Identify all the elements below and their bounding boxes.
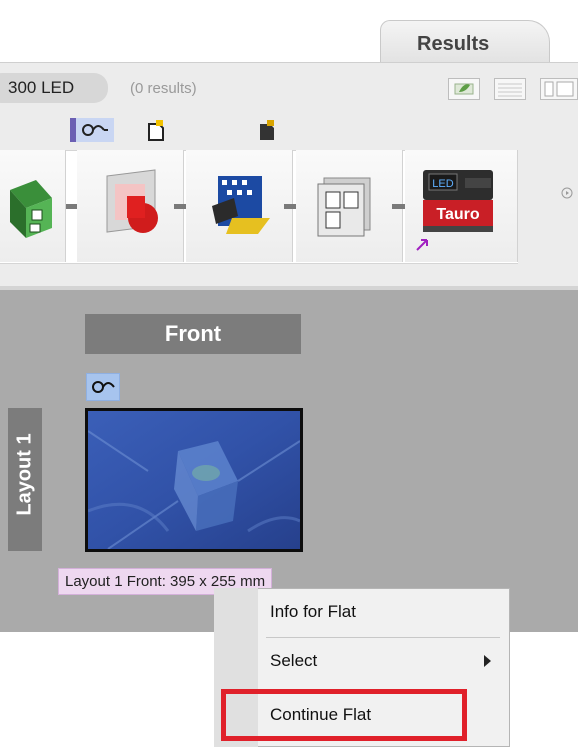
menu-item-select[interactable]: Select [258, 641, 498, 681]
workflow-step-4[interactable] [296, 150, 403, 262]
halftone-output-icon [212, 176, 270, 234]
menu-item-info-for-flat[interactable]: Info for Flat [258, 592, 498, 632]
link-chain-icon [92, 381, 115, 393]
view-list-button[interactable] [494, 78, 526, 100]
scroll-right-icon[interactable] [560, 186, 574, 200]
link-badge[interactable] [86, 373, 120, 401]
filled-document-marker-icon [256, 118, 278, 142]
tauro-brand-label: Tauro [436, 206, 479, 223]
workflow-step-5[interactable]: LED Tauro [405, 150, 518, 262]
highlight-box [221, 689, 467, 741]
layout-side-label: Layout 1 [13, 433, 36, 516]
workflow-step-1[interactable] [0, 150, 66, 262]
view-split-button[interactable] [540, 78, 578, 100]
device-filter-pill[interactable]: 300 LED [0, 73, 108, 103]
workflow-step-2[interactable] [77, 150, 184, 262]
layout-side-tab[interactable]: Layout 1 [8, 408, 42, 551]
leaf-icon [454, 83, 474, 95]
device-label: 300 LED [8, 78, 75, 97]
split-view-icon [544, 81, 574, 97]
submenu-arrow-icon [484, 655, 491, 667]
layout-imposition-icon [317, 177, 371, 237]
led-label: LED [432, 178, 453, 190]
recycle-boxes-icon [10, 180, 52, 238]
flat-preview-image [87, 411, 301, 550]
menu-separator [266, 637, 500, 638]
screen-separation-icon [106, 169, 158, 233]
list-view-icon [498, 83, 522, 97]
menu-item-label: Info for Flat [270, 602, 356, 621]
front-label: Front [164, 321, 222, 346]
results-count: (0 results) [130, 80, 197, 97]
document-marker-icon [145, 118, 167, 142]
flat-thumbnail[interactable] [85, 408, 303, 552]
workflow-step-3[interactable] [186, 150, 293, 262]
front-side-header: Front [85, 314, 301, 354]
tab-results[interactable]: Results [380, 20, 550, 64]
link-chain-icon [76, 118, 114, 142]
tauro-printer-icon: LED Tauro [416, 170, 493, 251]
tab-results-label: Results [417, 33, 490, 55]
menu-item-label: Select [270, 651, 318, 670]
view-thumbnail-button[interactable] [448, 78, 480, 100]
